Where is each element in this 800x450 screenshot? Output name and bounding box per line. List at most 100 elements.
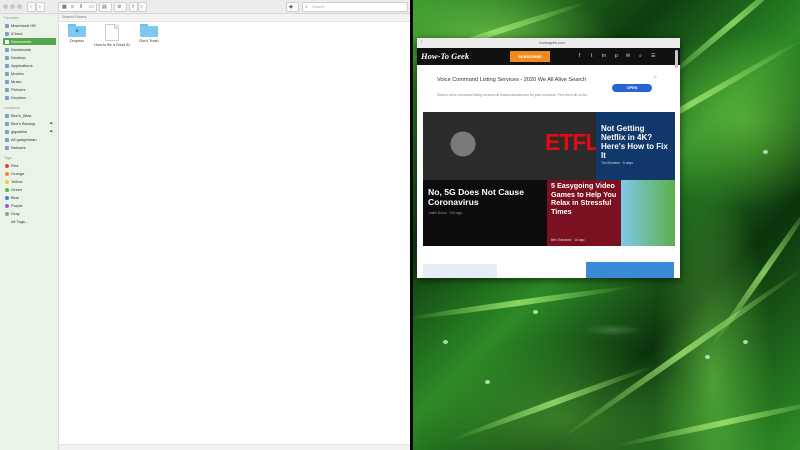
article-title[interactable]: Not Getting Netflix in 4K? Here's How to…: [601, 124, 671, 160]
folder-icon: [5, 63, 9, 68]
linkedin-icon[interactable]: in: [602, 53, 606, 60]
mail-icon[interactable]: ✉: [626, 53, 630, 60]
facebook-icon[interactable]: f: [579, 53, 580, 60]
tags-button[interactable]: ○: [138, 2, 147, 12]
search-icon[interactable]: ⌕: [639, 53, 642, 60]
sidebar-item[interactable]: Orange: [3, 170, 56, 177]
article-grid: ETFL Not Getting Netflix in 4K? Here's H…: [423, 112, 675, 246]
group-button[interactable]: ▤: [99, 2, 112, 12]
close-window-button[interactable]: [3, 4, 8, 9]
action-button[interactable]: ⚙: [114, 2, 127, 12]
folder-icon: [5, 71, 9, 76]
sidebar-item[interactable]: Blue: [3, 194, 56, 201]
back-button[interactable]: ‹: [27, 2, 36, 12]
icon-view-icon[interactable]: ▦: [62, 4, 67, 10]
sidebar-item[interactable]: Purple: [3, 202, 56, 209]
sidebar-item[interactable]: Movies: [3, 70, 56, 77]
sidebar-item[interactable]: Pictures: [3, 86, 56, 93]
sidebar-item-label: Red: [11, 163, 19, 168]
pinterest-icon[interactable]: p: [615, 53, 618, 60]
dropbox-toolbar-button[interactable]: ◆: [286, 2, 299, 12]
article-meta: Justin Duino · 12h ago: [428, 211, 462, 215]
folder-icon: [5, 23, 9, 28]
file-item-dont-trash[interactable]: Don't Trash: [127, 24, 171, 43]
sidebar-item-label: Gray: [11, 211, 20, 216]
sidebar-item[interactable]: Music: [3, 78, 56, 85]
zoom-window-button[interactable]: [17, 4, 22, 9]
sidebar-item[interactable]: Desktop: [3, 54, 56, 61]
sidebar-item[interactable]: Ben's_iMac: [3, 112, 56, 119]
sidebar-item-label: Downloads: [11, 47, 31, 52]
sidebar-item[interactable]: Downloads: [3, 46, 56, 53]
search-input[interactable]: ⌕ Search: [302, 2, 408, 12]
sidebar-item-label: Documents: [11, 39, 32, 44]
list-view-icon[interactable]: ≡: [71, 4, 74, 10]
minimize-window-button[interactable]: [10, 4, 15, 9]
article-title[interactable]: No, 5G Does Not Cause Coronavirus: [428, 187, 544, 207]
gallery-view-icon[interactable]: ▭: [89, 4, 94, 10]
sidebar-item[interactable]: All gadgetman: [3, 136, 56, 143]
netflix-banner-text: ETFL: [545, 129, 596, 155]
site-logo[interactable]: How-To Geek: [421, 51, 469, 61]
article-meta: Ben Edwards · 1d ago: [551, 238, 585, 242]
sidebar-item-label: Ben's Backup: [11, 121, 36, 126]
article-card-preview[interactable]: [586, 262, 674, 278]
sidebar-item[interactable]: Documents: [3, 38, 56, 45]
sidebar-item-label: Blue: [11, 195, 20, 200]
article-card-5g[interactable]: No, 5G Does Not Cause Coronavirus Justin…: [423, 180, 547, 246]
folder-icon: [5, 79, 9, 84]
sidebar-item-label: Movies: [11, 71, 24, 76]
dropbox-badge-icon: ◆: [75, 28, 79, 34]
sidebar-item[interactable]: Gray: [3, 210, 56, 217]
sidebar-item[interactable]: Green: [3, 186, 56, 193]
sidebar-item[interactable]: Macintosh HD: [3, 22, 56, 29]
article-card-video-games[interactable]: 5 Easygoing Video Games to Help You Rela…: [547, 180, 675, 246]
sidebar-item[interactable]: Red: [3, 162, 56, 169]
folder-icon: [5, 39, 9, 44]
eject-icon[interactable]: ⏏: [50, 128, 53, 135]
column-view-icon[interactable]: ⫴: [80, 4, 82, 10]
folder-icon: [5, 47, 9, 52]
sidebar-item-label: Purple: [11, 203, 23, 208]
twitter-icon[interactable]: t: [591, 53, 592, 60]
forward-button[interactable]: ›: [36, 2, 45, 12]
address-bar[interactable]: howtogeek.com: [507, 40, 597, 46]
sidebar-item-label: Pictures: [11, 87, 26, 92]
sidebar-item-label: Orange: [11, 171, 25, 176]
article-card-netflix[interactable]: Not Getting Netflix in 4K? Here's How to…: [596, 112, 675, 180]
tag-color-icon: [5, 171, 9, 176]
back-arrow-icon[interactable]: ‹: [421, 39, 423, 45]
folder-icon: [5, 137, 9, 142]
sidebar-item[interactable]: All Tags...: [3, 218, 56, 225]
dropbox-icon: ◆: [289, 4, 293, 10]
folder-icon: [5, 121, 9, 126]
article-card-netflix-image[interactable]: ETFL: [423, 112, 596, 180]
ad-choices-icon[interactable]: ▷: [654, 74, 657, 79]
sidebar-item[interactable]: Yellow: [3, 178, 56, 185]
ad-open-button[interactable]: OPEN: [612, 84, 652, 92]
view-mode-segmented-control[interactable]: ▦ ≡ ⫴ ▭: [58, 2, 97, 12]
folder-icon: [5, 31, 9, 36]
menu-icon[interactable]: ☰: [651, 53, 655, 60]
ad-title[interactable]: Voice Command Listing Services - 2020 We…: [437, 77, 612, 84]
sidebar-item[interactable]: Ben's Backup ⏏: [3, 120, 56, 127]
tag-color-icon: [5, 211, 9, 216]
sidebar-item-label: Dropbox: [11, 95, 27, 100]
sidebar-item[interactable]: Network: [3, 144, 56, 151]
sidebar-item[interactable]: gigadrive ⏏: [3, 128, 56, 135]
sidebar-item[interactable]: iCloud: [3, 30, 56, 37]
article-title[interactable]: 5 Easygoing Video Games to Help You Rela…: [551, 181, 619, 216]
sidebar-item[interactable]: Applications: [3, 62, 56, 69]
scrollbar[interactable]: [675, 50, 678, 68]
eject-icon[interactable]: ⏏: [50, 120, 53, 127]
share-button[interactable]: ⇧: [129, 2, 138, 12]
tag-icon: ○: [140, 4, 144, 10]
sidebar-item[interactable]: Dropbox: [3, 94, 56, 101]
sidebar-section-heading: Locations: [4, 106, 20, 110]
article-card-preview[interactable]: [423, 264, 497, 278]
sidebar-item-label: Green: [11, 187, 23, 192]
subscribe-button[interactable]: SUBSCRIBE: [510, 51, 550, 62]
tag-color-icon: [5, 179, 9, 184]
folder-icon: ◆: [68, 24, 86, 37]
sidebar-section-heading: Tags: [4, 156, 12, 160]
